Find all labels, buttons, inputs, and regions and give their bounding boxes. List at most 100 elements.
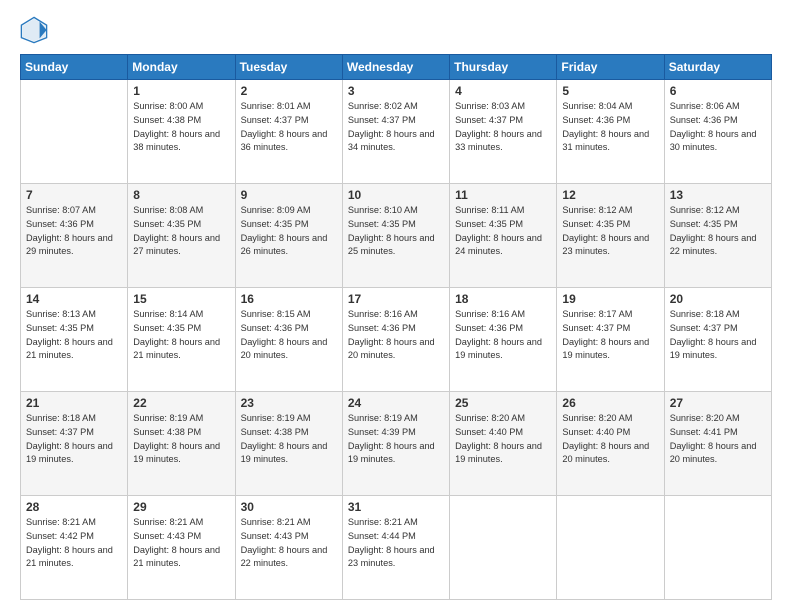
day-info: Sunrise: 8:17 AMSunset: 4:37 PMDaylight:…: [562, 308, 658, 363]
day-info: Sunrise: 8:07 AMSunset: 4:36 PMDaylight:…: [26, 204, 122, 259]
weekday-header-wednesday: Wednesday: [342, 55, 449, 80]
day-cell: 17 Sunrise: 8:16 AMSunset: 4:36 PMDayligh…: [342, 288, 449, 392]
day-number: 19: [562, 292, 658, 306]
day-number: 2: [241, 84, 337, 98]
day-number: 15: [133, 292, 229, 306]
weekday-header-monday: Monday: [128, 55, 235, 80]
day-cell: 12Sunrise: 8:12 AMSunset: 4:35 PMDayligh…: [557, 184, 664, 288]
weekday-header-sunday: Sunday: [21, 55, 128, 80]
week-row-4: 21 Sunrise: 8:18 AMSunset: 4:37 PMDayligh…: [21, 392, 772, 496]
day-info: Sunrise: 8:20 AMSunset: 4:40 PMDaylight:…: [562, 412, 658, 467]
day-cell: 20 Sunrise: 8:18 AMSunset: 4:37 PMDayligh…: [664, 288, 771, 392]
day-cell: [557, 496, 664, 600]
day-cell: 16 Sunrise: 8:15 AMSunset: 4:36 PMDayligh…: [235, 288, 342, 392]
day-cell: 15 Sunrise: 8:14 AMSunset: 4:35 PMDayligh…: [128, 288, 235, 392]
day-number: 31: [348, 500, 444, 514]
day-number: 6: [670, 84, 766, 98]
day-number: 5: [562, 84, 658, 98]
day-info: Sunrise: 8:19 AMSunset: 4:39 PMDaylight:…: [348, 412, 444, 467]
day-cell: 21 Sunrise: 8:18 AMSunset: 4:37 PMDayligh…: [21, 392, 128, 496]
day-number: 3: [348, 84, 444, 98]
day-cell: 6 Sunrise: 8:06 AMSunset: 4:36 PMDaylight…: [664, 80, 771, 184]
day-number: 30: [241, 500, 337, 514]
day-cell: [450, 496, 557, 600]
day-number: 10: [348, 188, 444, 202]
week-row-5: 28 Sunrise: 8:21 AMSunset: 4:42 PMDayligh…: [21, 496, 772, 600]
day-info: Sunrise: 8:16 AMSunset: 4:36 PMDaylight:…: [455, 308, 551, 363]
day-info: Sunrise: 8:12 AMSunset: 4:35 PMDaylight:…: [562, 204, 658, 259]
day-number: 14: [26, 292, 122, 306]
logo: [20, 16, 50, 44]
day-info: Sunrise: 8:19 AMSunset: 4:38 PMDaylight:…: [133, 412, 229, 467]
weekday-header-tuesday: Tuesday: [235, 55, 342, 80]
day-info: Sunrise: 8:02 AMSunset: 4:37 PMDaylight:…: [348, 100, 444, 155]
day-number: 26: [562, 396, 658, 410]
day-info: Sunrise: 8:19 AMSunset: 4:38 PMDaylight:…: [241, 412, 337, 467]
day-number: 23: [241, 396, 337, 410]
day-number: 9: [241, 188, 337, 202]
day-number: 17: [348, 292, 444, 306]
day-cell: 14 Sunrise: 8:13 AMSunset: 4:35 PMDayligh…: [21, 288, 128, 392]
day-cell: 2 Sunrise: 8:01 AMSunset: 4:37 PMDaylight…: [235, 80, 342, 184]
header: [20, 16, 772, 44]
day-number: 8: [133, 188, 229, 202]
day-number: 16: [241, 292, 337, 306]
day-info: Sunrise: 8:18 AMSunset: 4:37 PMDaylight:…: [26, 412, 122, 467]
day-number: 7: [26, 188, 122, 202]
weekday-header-friday: Friday: [557, 55, 664, 80]
day-info: Sunrise: 8:21 AMSunset: 4:43 PMDaylight:…: [241, 516, 337, 571]
day-cell: 27Sunrise: 8:20 AMSunset: 4:41 PMDayligh…: [664, 392, 771, 496]
day-cell: 29Sunrise: 8:21 AMSunset: 4:43 PMDayligh…: [128, 496, 235, 600]
day-info: Sunrise: 8:21 AMSunset: 4:42 PMDaylight:…: [26, 516, 122, 571]
day-number: 22: [133, 396, 229, 410]
day-number: 25: [455, 396, 551, 410]
day-number: 27: [670, 396, 766, 410]
week-row-3: 14 Sunrise: 8:13 AMSunset: 4:35 PMDayligh…: [21, 288, 772, 392]
day-number: 28: [26, 500, 122, 514]
day-number: 21: [26, 396, 122, 410]
day-cell: 31 Sunrise: 8:21 AMSunset: 4:44 PMDayligh…: [342, 496, 449, 600]
day-cell: 1Sunrise: 8:00 AMSunset: 4:38 PMDaylight…: [128, 80, 235, 184]
day-info: Sunrise: 8:11 AMSunset: 4:35 PMDaylight:…: [455, 204, 551, 259]
day-info: Sunrise: 8:12 AMSunset: 4:35 PMDaylight:…: [670, 204, 766, 259]
day-cell: 3 Sunrise: 8:02 AMSunset: 4:37 PMDaylight…: [342, 80, 449, 184]
day-cell: 11 Sunrise: 8:11 AMSunset: 4:35 PMDayligh…: [450, 184, 557, 288]
week-row-2: 7 Sunrise: 8:07 AMSunset: 4:36 PMDaylight…: [21, 184, 772, 288]
day-info: Sunrise: 8:10 AMSunset: 4:35 PMDaylight:…: [348, 204, 444, 259]
day-info: Sunrise: 8:06 AMSunset: 4:36 PMDaylight:…: [670, 100, 766, 155]
day-info: Sunrise: 8:13 AMSunset: 4:35 PMDaylight:…: [26, 308, 122, 363]
day-cell: 18 Sunrise: 8:16 AMSunset: 4:36 PMDayligh…: [450, 288, 557, 392]
day-info: Sunrise: 8:21 AMSunset: 4:43 PMDaylight:…: [133, 516, 229, 571]
calendar-table: SundayMondayTuesdayWednesdayThursdayFrid…: [20, 54, 772, 600]
day-info: Sunrise: 8:14 AMSunset: 4:35 PMDaylight:…: [133, 308, 229, 363]
day-cell: 8 Sunrise: 8:08 AMSunset: 4:35 PMDaylight…: [128, 184, 235, 288]
day-info: Sunrise: 8:09 AMSunset: 4:35 PMDaylight:…: [241, 204, 337, 259]
day-number: 11: [455, 188, 551, 202]
day-info: Sunrise: 8:15 AMSunset: 4:36 PMDaylight:…: [241, 308, 337, 363]
day-info: Sunrise: 8:16 AMSunset: 4:36 PMDaylight:…: [348, 308, 444, 363]
day-info: Sunrise: 8:04 AMSunset: 4:36 PMDaylight:…: [562, 100, 658, 155]
weekday-header-saturday: Saturday: [664, 55, 771, 80]
day-cell: 26 Sunrise: 8:20 AMSunset: 4:40 PMDayligh…: [557, 392, 664, 496]
day-number: 4: [455, 84, 551, 98]
day-cell: 30 Sunrise: 8:21 AMSunset: 4:43 PMDayligh…: [235, 496, 342, 600]
day-number: 13: [670, 188, 766, 202]
day-number: 24: [348, 396, 444, 410]
day-info: Sunrise: 8:21 AMSunset: 4:44 PMDaylight:…: [348, 516, 444, 571]
day-info: Sunrise: 8:01 AMSunset: 4:37 PMDaylight:…: [241, 100, 337, 155]
day-number: 18: [455, 292, 551, 306]
day-cell: 28 Sunrise: 8:21 AMSunset: 4:42 PMDayligh…: [21, 496, 128, 600]
weekday-header-thursday: Thursday: [450, 55, 557, 80]
day-info: Sunrise: 8:18 AMSunset: 4:37 PMDaylight:…: [670, 308, 766, 363]
day-cell: 25Sunrise: 8:20 AMSunset: 4:40 PMDayligh…: [450, 392, 557, 496]
day-info: Sunrise: 8:03 AMSunset: 4:37 PMDaylight:…: [455, 100, 551, 155]
day-info: Sunrise: 8:00 AMSunset: 4:38 PMDaylight:…: [133, 100, 229, 155]
day-cell: [21, 80, 128, 184]
day-cell: 10 Sunrise: 8:10 AMSunset: 4:35 PMDayligh…: [342, 184, 449, 288]
page: SundayMondayTuesdayWednesdayThursdayFrid…: [0, 0, 792, 612]
day-number: 20: [670, 292, 766, 306]
day-cell: 5 Sunrise: 8:04 AMSunset: 4:36 PMDaylight…: [557, 80, 664, 184]
day-info: Sunrise: 8:08 AMSunset: 4:35 PMDaylight:…: [133, 204, 229, 259]
day-cell: 22 Sunrise: 8:19 AMSunset: 4:38 PMDayligh…: [128, 392, 235, 496]
weekday-header-row: SundayMondayTuesdayWednesdayThursdayFrid…: [21, 55, 772, 80]
